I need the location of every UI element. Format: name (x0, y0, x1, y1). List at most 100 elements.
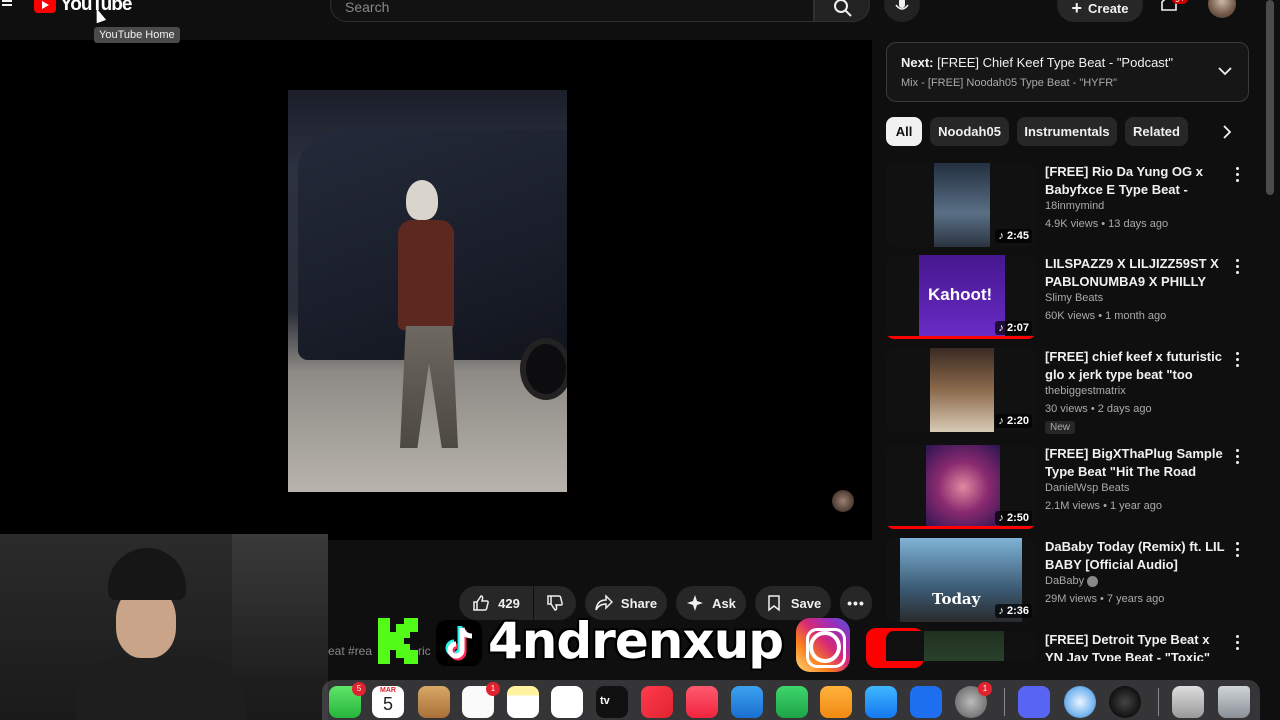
more-vert-icon[interactable] (1236, 259, 1240, 277)
youtube-logo[interactable]: YouTube (34, 0, 132, 16)
recommendation-item[interactable]: ♪ 2:20 [FREE] chief keef x futuristic gl… (886, 348, 1256, 436)
discord-icon[interactable] (1018, 686, 1050, 718)
watch-progress (886, 336, 1036, 339)
thumbs-down-icon (547, 595, 563, 611)
up-next-subtitle: Mix - [FREE] Noodah05 Type Beat - "HYFR" (901, 77, 1118, 89)
more-vert-icon[interactable] (1236, 167, 1240, 185)
streamer-beanie (108, 548, 186, 600)
reminders-badge: 1 (486, 682, 500, 696)
video-thumbnail[interactable]: ♪ 2:50 (886, 445, 1036, 529)
channel-name[interactable]: DanielWsp Beats (1045, 482, 1129, 494)
share-icon (595, 594, 613, 611)
video-thumbnail[interactable]: ♪ 2:45 (886, 163, 1036, 247)
music-icon[interactable] (686, 686, 718, 718)
creator-handle: 4ndrenxup (488, 612, 784, 670)
chevron-right-icon[interactable] (1220, 124, 1234, 140)
dock-separator (1158, 688, 1159, 716)
video-title[interactable]: [FREE] Detroit Type Beat x YN Jay Type B… (1045, 631, 1230, 661)
notes-icon[interactable] (507, 686, 539, 718)
voice-search-button[interactable] (884, 0, 920, 22)
video-thumbnail[interactable]: Kahoot! ♪ 2:07 (886, 255, 1036, 339)
up-next-title-row: Next: [FREE] Chief Keef Type Beat - "Pod… (901, 55, 1173, 70)
watch-progress (886, 526, 1036, 529)
mic-icon (895, 0, 909, 10)
search-button[interactable] (814, 0, 870, 22)
downloads-stack-icon[interactable] (1172, 686, 1204, 718)
video-title[interactable]: [FREE] Rio Da Yung OG x Babyfxce E Type … (1045, 163, 1230, 199)
numbers-icon[interactable] (776, 686, 808, 718)
channel-watermark[interactable] (832, 490, 854, 512)
apple-tv-label: tv (600, 695, 610, 707)
video-title[interactable]: [FREE] BigXThaPlug Sample Type Beat "Hit… (1045, 445, 1230, 481)
more-vert-icon[interactable] (1236, 635, 1240, 653)
settings-badge: 1 (978, 682, 992, 696)
recommendation-item[interactable]: [FREE] Detroit Type Beat x YN Jay Type B… (886, 631, 1256, 661)
video-duration: ♪ 2:07 (995, 321, 1032, 335)
search-input[interactable]: Search (330, 0, 814, 22)
kahoot-text: Kahoot! (928, 285, 993, 304)
verified-icon (1087, 575, 1099, 587)
webcam-overlay (0, 534, 328, 720)
up-next-prefix: Next: (901, 55, 934, 70)
calendar-day: 5 (382, 694, 393, 714)
obs-icon[interactable] (1109, 686, 1141, 718)
recommendation-item[interactable]: Kahoot! ♪ 2:07 LILSPAZZ9 X LILJIZZ59ST X… (886, 255, 1256, 343)
description-fragment: eat #rea (328, 644, 373, 658)
facetime-badge: 5 (352, 682, 366, 696)
video-meta: 4.9K views • 13 days ago (1045, 218, 1169, 230)
menu-icon[interactable] (2, 0, 12, 10)
chip-all[interactable]: All (886, 117, 922, 146)
chip-related[interactable]: Related (1125, 117, 1188, 146)
news-icon[interactable] (641, 686, 673, 718)
channel-name[interactable]: Slimy Beats (1045, 292, 1103, 304)
video-title[interactable]: [FREE] chief keef x futuristic glo x jer… (1045, 348, 1230, 384)
more-actions-button[interactable]: ••• (840, 586, 872, 620)
scrollbar[interactable] (1266, 0, 1274, 195)
recommendation-item[interactable]: ♪ 2:45 [FREE] Rio Da Yung OG x Babyfxce … (886, 163, 1256, 251)
chip-noodah05[interactable]: Noodah05 (930, 117, 1009, 146)
save-label: Save (790, 595, 822, 611)
more-vert-icon[interactable] (1236, 352, 1240, 370)
recommendation-item[interactable]: ♪ 2:50 [FREE] BigXThaPlug Sample Type Be… (886, 445, 1256, 533)
instagram-logo-icon (796, 618, 850, 672)
more-vert-icon[interactable] (1236, 542, 1240, 560)
plus-icon: + (1071, 0, 1083, 18)
video-meta: 60K views • 1 month ago (1045, 310, 1167, 322)
video-meta: 29M views • 7 years ago (1045, 593, 1165, 605)
channel-name[interactable]: 18inmymind (1045, 200, 1104, 212)
more-vert-icon[interactable] (1236, 449, 1240, 467)
video-duration: ♪ 2:36 (995, 604, 1032, 618)
apple-tv-icon[interactable]: tv (596, 686, 628, 718)
calendar-icon[interactable]: MAR 5 (372, 686, 404, 718)
notifications-badge: 9+ (1172, 0, 1189, 4)
video-thumbnail[interactable]: ♪ 2:20 (886, 348, 1036, 432)
roblox-icon[interactable] (910, 686, 942, 718)
channel-name[interactable]: DaBaby (1045, 575, 1099, 587)
create-button[interactable]: + Create (1057, 0, 1143, 22)
video-title[interactable]: DaBaby Today (Remix) ft. LIL BABY [Offic… (1045, 538, 1230, 574)
contacts-icon[interactable] (418, 686, 450, 718)
up-next-panel[interactable]: Next: [FREE] Chief Keef Type Beat - "Pod… (886, 42, 1249, 102)
chevron-down-icon[interactable] (1217, 63, 1233, 79)
video-player[interactable] (0, 40, 872, 540)
thumbnail-image (926, 445, 1000, 529)
share-label: Share (620, 595, 658, 611)
video-thumbnail[interactable]: Today ♪ 2:36 (886, 538, 1036, 622)
video-title[interactable]: LILSPAZZ9 X LILJIZZ59ST X PABLONUMBA9 X … (1045, 255, 1230, 291)
keynote-icon[interactable] (731, 686, 763, 718)
video-thumbnail[interactable] (886, 631, 1036, 661)
recommendation-item[interactable]: Today ♪ 2:36 DaBaby Today (Remix) ft. LI… (886, 538, 1256, 626)
app-store-icon[interactable] (865, 686, 897, 718)
freeform-icon[interactable] (551, 686, 583, 718)
pages-icon[interactable] (820, 686, 852, 718)
account-avatar[interactable] (1208, 0, 1236, 18)
more-horizontal-icon: ••• (847, 595, 865, 611)
chip-instrumentals[interactable]: Instrumentals (1017, 117, 1117, 146)
trash-icon[interactable] (1218, 686, 1250, 718)
new-badge: New (1045, 421, 1076, 434)
video-duration: ♪ 2:45 (995, 229, 1032, 243)
bookmark-icon (768, 595, 780, 612)
quicktime-icon[interactable] (1064, 686, 1096, 718)
video-meta: 2.1M views • 1 year ago (1045, 500, 1162, 512)
channel-name[interactable]: thebiggestmatrix (1045, 385, 1126, 397)
